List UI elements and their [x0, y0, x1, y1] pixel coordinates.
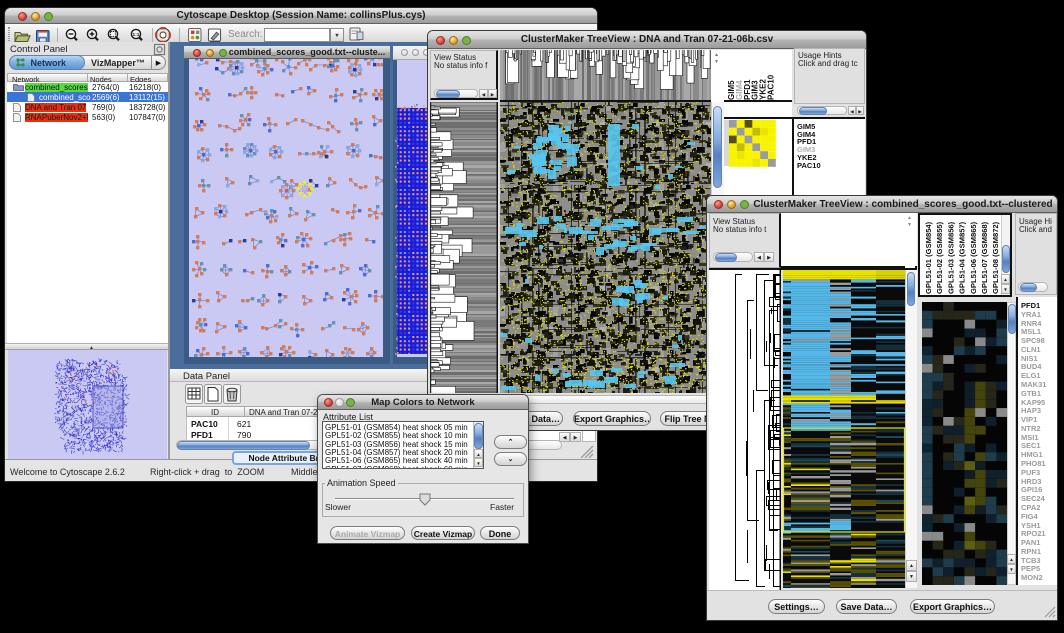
svg-text:GPL51-02 (GSM855): GPL51-02 (GSM855): [935, 221, 944, 294]
svg-text:GPL51-01 (GSM854): GPL51-01 (GSM854): [924, 221, 933, 294]
svg-text:GPL51-04 (GSM857): GPL51-04 (GSM857): [958, 221, 967, 294]
svg-text:GPL51-06 (GSM865): GPL51-06 (GSM865): [969, 221, 978, 294]
svg-text:GPL51-03 (GSM856): GPL51-03 (GSM856): [946, 221, 955, 294]
svg-text:GPL51-08 (GSM872): GPL51-08 (GSM872): [991, 221, 1000, 294]
svg-text:PAC10: PAC10: [767, 74, 776, 100]
svg-text:GPL51-07 (GSM868): GPL51-07 (GSM868): [980, 221, 989, 294]
